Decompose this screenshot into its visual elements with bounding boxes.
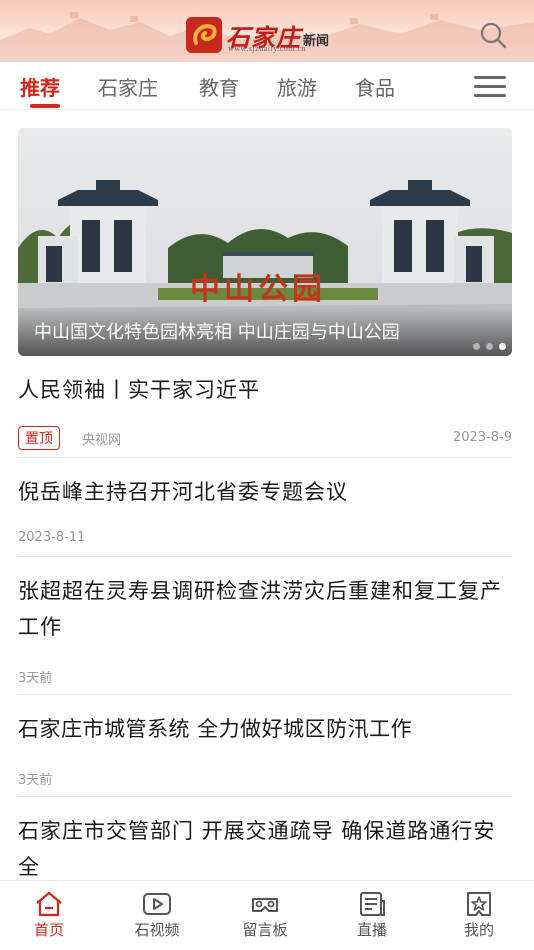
search-button[interactable] — [478, 20, 508, 50]
carousel-dot-active[interactable] — [499, 343, 506, 350]
carousel-dot[interactable] — [473, 343, 480, 350]
menu-line — [474, 76, 506, 79]
news-date: 3天前 — [18, 671, 53, 686]
tab-travel[interactable]: 旅游 — [277, 72, 317, 101]
menu-button[interactable] — [474, 76, 506, 98]
news-item[interactable]: 张超超在灵寿县调研检查洪涝灾后重建和复工复产工作 3天前 — [18, 557, 512, 695]
news-item[interactable]: 石家庄市城管系统 全力做好城区防汛工作 3天前 — [18, 695, 512, 797]
nav-label: 我的 — [463, 921, 494, 939]
nav-message-board[interactable]: 留言板 — [220, 891, 310, 940]
profile-star-icon — [467, 892, 491, 916]
pinned-badge: 置顶 — [18, 426, 60, 450]
active-tab-indicator — [30, 104, 60, 108]
news-date: 2023-8-9 — [452, 430, 512, 445]
tab-shijiazhuang[interactable]: 石家庄 — [98, 72, 158, 101]
news-meta: 置顶 央视网 — [18, 426, 121, 450]
video-icon — [143, 893, 171, 915]
logo-url: www.sjzdaily.com.cn — [228, 44, 306, 53]
carousel-dot[interactable] — [486, 343, 493, 350]
tab-food[interactable]: 食品 — [355, 72, 395, 101]
app-header: 石家庄 新闻 www.sjzdaily.com.cn — [0, 0, 534, 62]
nav-label: 首页 — [33, 921, 64, 939]
news-item[interactable]: 人民领袖丨实干家习近平 置顶 央视网 2023-8-9 — [18, 370, 512, 458]
carousel-dots — [473, 343, 506, 350]
news-title: 人民领袖丨实干家习近平 — [18, 378, 260, 402]
news-meta: 3天前 — [18, 667, 52, 686]
nav-label: 直播 — [356, 921, 387, 939]
nav-home[interactable]: 首页 — [4, 891, 94, 940]
nav-live[interactable]: 直播 — [327, 891, 417, 940]
news-title: 张超超在灵寿县调研检查洪涝灾后重建和复工复产工作 — [18, 579, 502, 639]
banner-caption-overlay: 中山国文化特色园林亮相 中山庄园与中山公园 — [18, 308, 512, 356]
category-tabs: 推荐 石家庄 教育 旅游 食品 — [0, 62, 534, 110]
nav-label: 石视频 — [134, 921, 180, 939]
news-source: 央视网 — [82, 432, 122, 448]
news-title: 石家庄市城管系统 全力做好城区防汛工作 — [18, 717, 413, 741]
nav-profile[interactable]: 我的 — [434, 891, 524, 940]
tab-education[interactable]: 教育 — [199, 72, 239, 101]
news-meta: 3天前 — [18, 769, 52, 788]
logo-mark-icon — [186, 17, 222, 53]
menu-line — [474, 85, 506, 88]
logo-subtitle: 新闻 — [303, 33, 330, 49]
newspaper-icon — [360, 892, 385, 916]
home-icon — [36, 891, 62, 917]
news-title: 石家庄市交管部门 开展交通疏导 确保道路通行安全 — [18, 819, 496, 879]
tab-recommend[interactable]: 推荐 — [20, 72, 60, 101]
news-title: 倪岳峰主持召开河北省委专题会议 — [18, 480, 348, 504]
nav-video[interactable]: 石视频 — [112, 891, 202, 940]
news-date: 3天前 — [18, 773, 53, 788]
news-item[interactable]: 石家庄市交管部门 开展交通疏导 确保道路通行安全 — [18, 797, 512, 880]
search-icon — [480, 22, 507, 49]
nav-label: 留言板 — [242, 921, 288, 939]
news-meta: 2023-8-11 — [18, 530, 85, 545]
banner-sign: 中山公园 — [190, 272, 326, 307]
bottom-navigation: 首页 石视频 留言板 直播 我的 — [0, 880, 534, 950]
vr-glasses-icon — [252, 898, 278, 912]
news-item[interactable]: 倪岳峰主持召开河北省委专题会议 2023-8-11 — [18, 458, 512, 557]
news-date: 2023-8-11 — [18, 530, 86, 545]
menu-line — [474, 94, 506, 97]
banner-carousel[interactable]: 中山公园 中山国文化特色园林亮相 中山庄园与中山公园 — [18, 128, 512, 356]
banner-caption: 中山国文化特色园林亮相 中山庄园与中山公园 — [34, 322, 400, 343]
